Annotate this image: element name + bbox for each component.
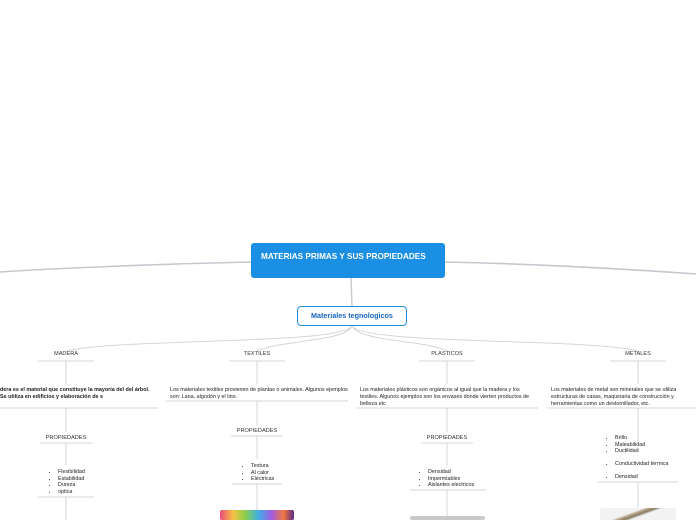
plasticos-properties-list[interactable]: Densidad Impermiables Aislantes electric… bbox=[410, 469, 474, 489]
root-connector-left bbox=[0, 261, 252, 273]
madera-properties-list[interactable]: Flexibilidad Estabilidad Dureza optica bbox=[40, 469, 85, 495]
root-to-sub-connector bbox=[350, 277, 353, 307]
subtopic-node[interactable]: Materiales tegnologicos bbox=[297, 306, 407, 326]
plasticos-properties-label[interactable]: PROPIEDADES bbox=[407, 435, 487, 441]
subtopic-title: Materiales tegnologicos bbox=[311, 311, 393, 320]
list-item: Conductividad térmica bbox=[615, 461, 668, 468]
list-item: optica bbox=[58, 489, 85, 496]
list-item: Densidad bbox=[428, 469, 474, 476]
list-item: Dureza bbox=[58, 482, 85, 489]
list-item: Impermiables bbox=[428, 476, 474, 483]
list-item: Al calor bbox=[251, 470, 274, 477]
list-item: Brillo bbox=[615, 435, 668, 442]
sub-to-madera-connector bbox=[65, 325, 353, 352]
list-item: Flexibilidad bbox=[58, 469, 85, 476]
root-connector-right bbox=[444, 261, 696, 275]
metales-description[interactable]: Los materiales de metal son minerales qu… bbox=[551, 387, 696, 407]
list-item: Estabilidad bbox=[58, 476, 85, 483]
branch-textiles[interactable]: TEXTILES bbox=[217, 351, 297, 357]
plasticos-description[interactable]: Los materiales plásticos son orgánicos a… bbox=[360, 387, 538, 407]
plasticos-image bbox=[410, 516, 485, 520]
root-topic-title: MATERIAS PRIMAS Y SUS PROPIEDADES bbox=[261, 252, 426, 261]
sub-to-metales-connector bbox=[351, 325, 639, 352]
root-topic-node[interactable]: MATERIAS PRIMAS Y SUS PROPIEDADES bbox=[251, 243, 445, 278]
branch-madera[interactable]: MADERA bbox=[26, 351, 106, 357]
madera-description[interactable]: dera es el material que constituye la ma… bbox=[0, 387, 156, 401]
branch-metales[interactable]: METALES bbox=[598, 351, 678, 357]
metales-image bbox=[600, 508, 676, 520]
metales-properties-list[interactable]: Brillo Maleabilidad Ductilidad Conductiv… bbox=[597, 435, 668, 481]
list-item: Maleabilidad bbox=[615, 442, 668, 449]
list-item: Aislantes electricos bbox=[428, 482, 474, 489]
textiles-image bbox=[220, 510, 294, 520]
list-item: Eléctricas bbox=[251, 476, 274, 483]
list-item: Ductilidad bbox=[615, 448, 668, 455]
madera-properties-label[interactable]: PROPIEDADES bbox=[26, 435, 106, 441]
branch-plasticos[interactable]: PLASTICOS bbox=[407, 351, 487, 357]
textiles-properties-label[interactable]: PROPIEDADES bbox=[217, 428, 297, 434]
textiles-properties-list[interactable]: Textura Al calor Eléctricas bbox=[233, 463, 274, 483]
list-item: Textura bbox=[251, 463, 274, 470]
list-item: Densidad bbox=[615, 474, 668, 481]
textiles-description[interactable]: Los materiales textiles provienen de pla… bbox=[170, 387, 348, 401]
